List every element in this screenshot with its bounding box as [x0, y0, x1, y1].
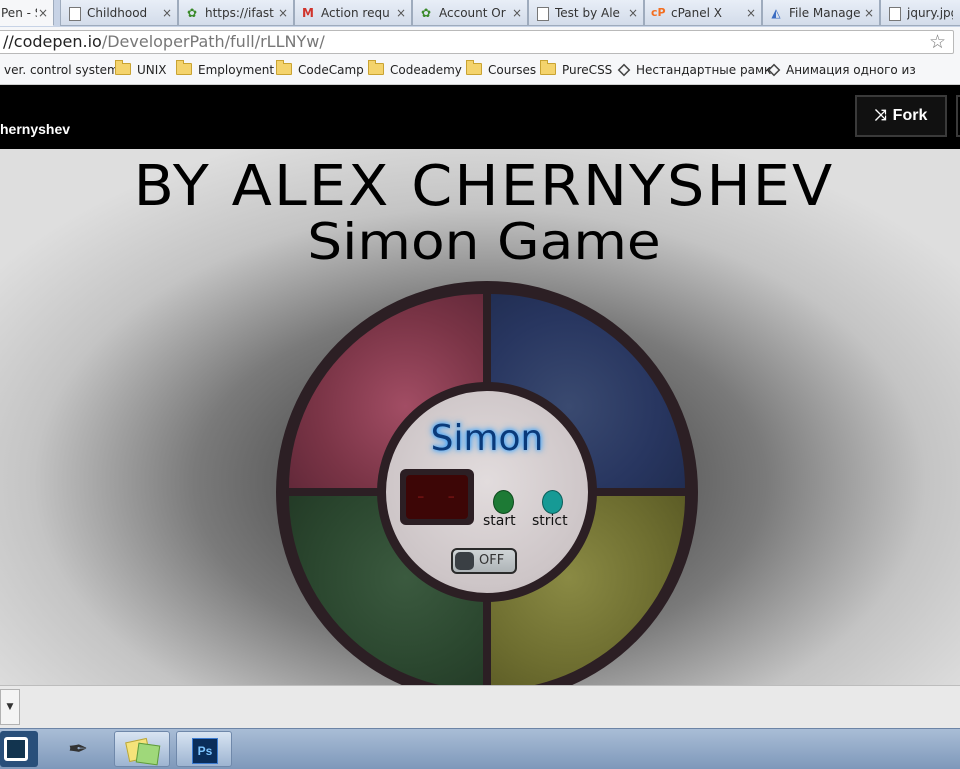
tab-label: cPanel X — [671, 6, 723, 20]
photoshop-label: Ps — [192, 738, 218, 764]
tab-label: Childhood — [87, 6, 148, 20]
document-icon — [69, 7, 81, 21]
power-toggle[interactable]: OFF — [451, 548, 517, 574]
folder-icon — [115, 60, 131, 75]
codepen-icon — [767, 63, 781, 77]
tab-label: Action requ — [321, 6, 390, 20]
gmail-icon: M — [302, 6, 314, 20]
close-icon[interactable]: × — [512, 0, 522, 25]
fork-icon: ⤨ — [874, 107, 887, 124]
codepen-header: hernyshev ⤨ Fork — [0, 85, 960, 149]
url-input[interactable]: //codepen.io/DeveloperPath/full/rLLNYw/ — [0, 30, 954, 54]
bookmark-label: UNIX — [137, 63, 167, 77]
counter-display: - - — [400, 469, 474, 525]
tab-cpanel[interactable]: cP cPanel X × — [644, 0, 762, 26]
bookmark-star-icon[interactable]: ☆ — [929, 31, 946, 53]
bookmark-label: Нестандартные рамк — [636, 63, 772, 77]
console-bar: ▼ — [0, 685, 960, 729]
close-icon[interactable]: × — [278, 0, 288, 25]
bookmark-folder-courses[interactable]: Courses — [466, 58, 536, 84]
simon-logo: Simon — [430, 418, 544, 459]
page-subtitle: Simon Game — [307, 213, 661, 271]
close-icon[interactable]: × — [746, 0, 756, 25]
folder-icon — [540, 60, 556, 75]
bookmark-label: Анимация одного из — [786, 63, 916, 77]
folder-icon — [368, 60, 384, 75]
close-icon[interactable]: × — [162, 0, 172, 25]
tab-label: Account Or — [439, 6, 506, 20]
folder-icon — [176, 60, 192, 75]
bookmark-folder-purecss[interactable]: PureCSS — [540, 58, 612, 84]
toggle-knob — [455, 552, 474, 570]
pen-tool-icon[interactable]: ✒ — [52, 731, 104, 767]
url-path: /DeveloperPath/full/rLLNYw/ — [101, 32, 325, 51]
bookmark-folder-employment[interactable]: Employment — [176, 58, 274, 84]
power-label: OFF — [479, 553, 505, 568]
start-icon[interactable] — [0, 731, 38, 767]
tab-label: jqury.jpg ( — [907, 6, 953, 20]
fork-label: Fork — [892, 107, 928, 124]
strict-button[interactable] — [542, 490, 563, 514]
close-icon[interactable]: × — [396, 0, 406, 25]
bookmark-label: ver. control system — [4, 63, 119, 77]
simon-board: Simon - - start strict OFF — [276, 281, 698, 685]
bookmark-label: PureCSS — [562, 63, 613, 77]
chevron-down-icon[interactable]: ▼ — [0, 689, 20, 725]
bookmark-folder-unix[interactable]: UNIX — [115, 58, 167, 84]
bookmarks-bar: ver. control system UNIX Employment Code… — [0, 58, 960, 85]
address-bar: //codepen.io/DeveloperPath/full/rLLNYw/ — [0, 27, 960, 58]
counter-value: - - — [406, 475, 468, 519]
close-icon[interactable]: × — [628, 0, 638, 25]
bookmark-item[interactable]: Нестандартные рамк — [617, 58, 772, 84]
photoshop-icon[interactable]: Ps — [176, 731, 232, 767]
tab-label: Pen - S — [1, 6, 37, 20]
tab-label: File Manage — [789, 6, 861, 20]
tab-label: https://ifast — [205, 6, 274, 20]
bookmark-label: Codeademy — [390, 63, 462, 77]
bookmark-label: Courses — [488, 63, 537, 77]
close-icon[interactable]: × — [864, 0, 874, 25]
control-panel: Simon - - start strict OFF — [377, 382, 597, 602]
bookmark-label: Employment — [198, 63, 275, 77]
tab-jqury[interactable]: jqury.jpg ( — [880, 0, 960, 26]
codepen-icon — [617, 63, 631, 77]
taskbar: ✒ Ps — [0, 728, 960, 769]
author-name[interactable]: hernyshev — [0, 121, 70, 137]
bookmark-item[interactable]: Анимация одного из — [767, 58, 916, 84]
tab-file-manager[interactable]: ◭ File Manage × — [762, 0, 880, 26]
tab-strip: Pen - S × Childhood × ✿ https://ifast × … — [0, 0, 960, 28]
file-manager-icon: ◭ — [771, 6, 781, 20]
tab-test-by-alex[interactable]: Test by Ale × — [528, 0, 644, 26]
start-label: start — [483, 513, 516, 529]
folder-icon — [276, 60, 292, 75]
page-title: BY ALEX CHERNYSHEV — [133, 154, 835, 219]
url-host: //codepen.io — [3, 32, 102, 51]
game-stage: BY ALEX CHERNYSHEV Simon Game Simon - - … — [0, 149, 960, 685]
bookmark-folder-codecamp[interactable]: CodeCamp — [276, 58, 364, 84]
leaf-icon: ✿ — [186, 6, 198, 20]
tab-account[interactable]: ✿ Account Or × — [412, 0, 528, 26]
bookmark-label: CodeCamp — [298, 63, 364, 77]
close-icon[interactable]: × — [38, 0, 48, 25]
bookmark-item[interactable]: ver. control system — [4, 58, 119, 84]
folder-icon — [466, 60, 482, 75]
tab-codepen[interactable]: Pen - S × — [0, 0, 54, 26]
leaf-icon: ✿ — [420, 6, 432, 20]
tab-action-required[interactable]: M Action requ × — [294, 0, 412, 26]
bookmark-folder-codeademy[interactable]: Codeademy — [368, 58, 462, 84]
document-icon — [537, 7, 549, 21]
start-button[interactable] — [493, 490, 514, 514]
tab-ifast[interactable]: ✿ https://ifast × — [178, 0, 294, 26]
fork-button[interactable]: ⤨ Fork — [855, 95, 947, 137]
document-icon — [889, 7, 901, 21]
strict-label: strict — [532, 513, 568, 529]
sticky-notes-icon[interactable] — [114, 731, 170, 767]
header-button-partial[interactable] — [956, 95, 960, 137]
cpanel-icon: cP — [651, 6, 666, 19]
tab-childhood[interactable]: Childhood × — [60, 0, 178, 26]
tab-label: Test by Ale — [555, 6, 620, 20]
